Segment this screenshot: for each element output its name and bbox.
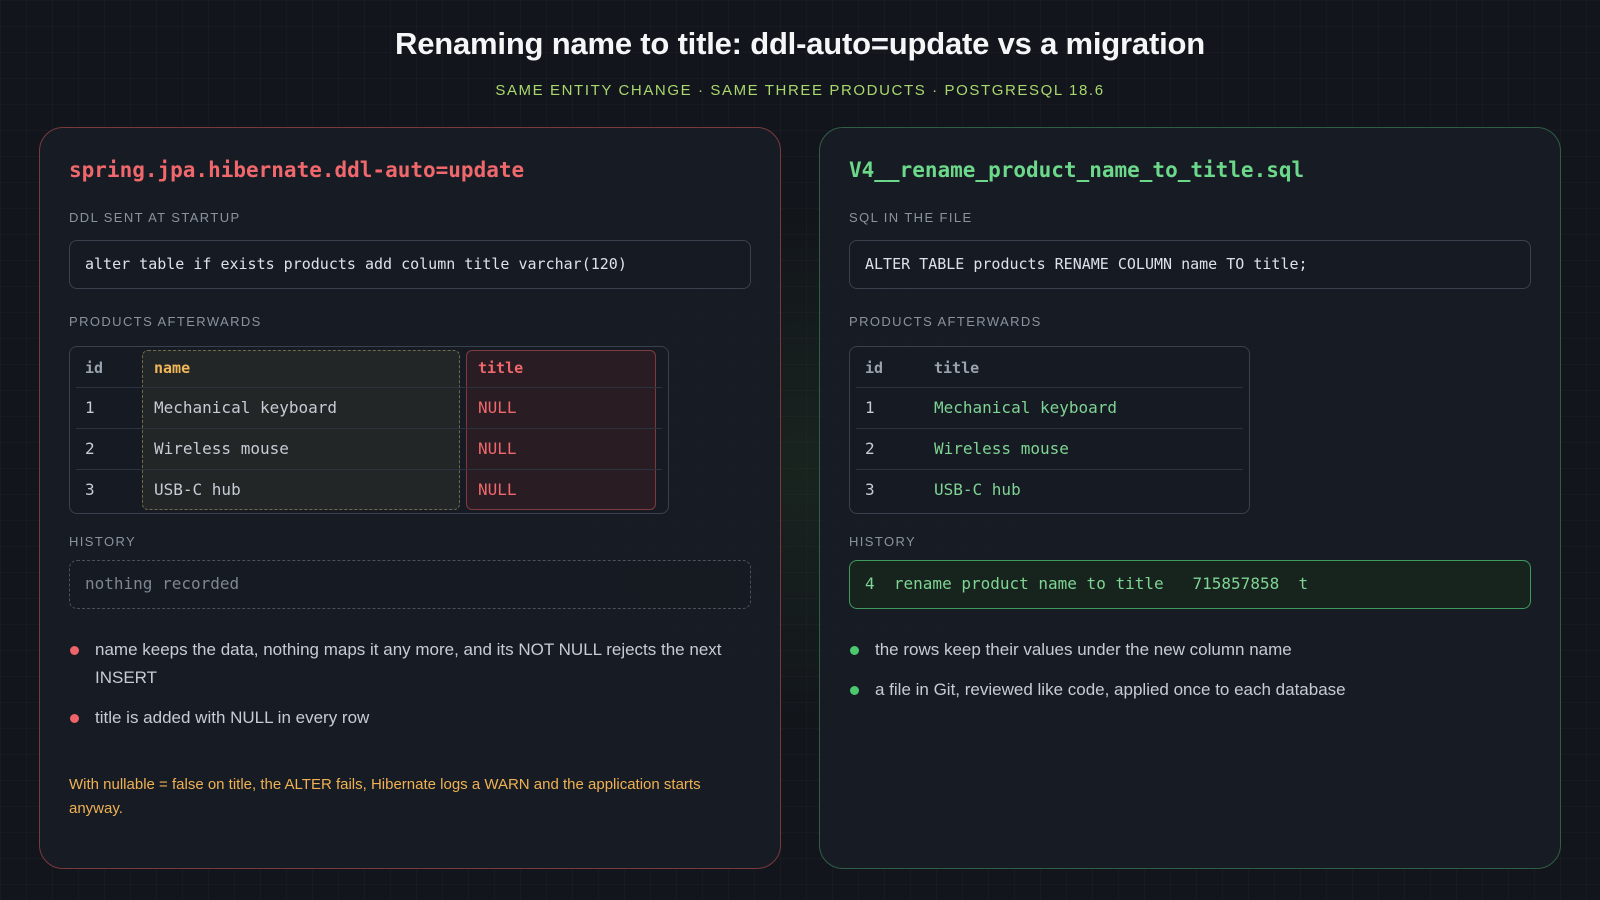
table-cell-id: 3	[85, 480, 95, 499]
table-cell-title: Mechanical keyboard	[934, 398, 1118, 417]
table-cell-id: 1	[865, 398, 875, 417]
table-cell-null: NULL	[478, 439, 517, 458]
bullet-dot-icon	[70, 714, 79, 723]
ddl-label: DDL SENT AT STARTUP	[69, 210, 241, 225]
table-cell-id: 3	[865, 480, 875, 499]
ddl-auto-panel: spring.jpa.hibernate.ddl-auto=update DDL…	[39, 127, 781, 869]
ddl-code-box: alter table if exists products add colum…	[69, 240, 751, 289]
table-cell-id: 1	[85, 398, 95, 417]
history-box: 4 rename product name to title 715857858…	[849, 560, 1531, 609]
products-table: id name title 1 Mechanical keyboard NULL…	[69, 346, 669, 514]
products-table: id title 1 Mechanical keyboard 2 Wireles…	[849, 346, 1250, 514]
column-header-title: title	[478, 359, 524, 377]
column-header-name: name	[154, 359, 191, 377]
ddl-auto-panel-title: spring.jpa.hibernate.ddl-auto=update	[69, 158, 525, 182]
history-box: nothing recorded	[69, 560, 751, 609]
column-header-id: id	[865, 359, 884, 377]
table-cell-name: USB-C hub	[154, 480, 241, 499]
table-cell-name: Wireless mouse	[154, 439, 289, 458]
sql-code-box: ALTER TABLE products RENAME COLUMN name …	[849, 240, 1531, 289]
table-cell-title: USB-C hub	[934, 480, 1021, 499]
column-header-id: id	[85, 359, 104, 377]
table-cell-id: 2	[865, 439, 875, 458]
table-cell-title: Wireless mouse	[934, 439, 1069, 458]
migration-panel: V4__rename_product_name_to_title.sql SQL…	[819, 127, 1561, 869]
bullet-dot-icon	[850, 646, 859, 655]
bullet-dot-icon	[850, 686, 859, 695]
products-label: PRODUCTS AFTERWARDS	[849, 314, 1042, 329]
table-cell-null: NULL	[478, 480, 517, 499]
ddl-auto-bullets: name keeps the data, nothing maps it any…	[69, 636, 734, 744]
bullet-dot-icon	[70, 646, 79, 655]
warning-note: With nullable = false on title, the ALTE…	[69, 776, 701, 817]
migration-bullets: the rows keep their values under the new…	[849, 636, 1514, 716]
bullet-item: a file in Git, reviewed like code, appli…	[849, 676, 1514, 704]
history-label: HISTORY	[69, 534, 137, 549]
table-cell-name: Mechanical keyboard	[154, 398, 338, 417]
page-subtitle: SAME ENTITY CHANGE · SAME THREE PRODUCTS…	[495, 82, 1105, 99]
sql-label: SQL IN THE FILE	[849, 210, 973, 225]
bullet-item: title is added with NULL in every row	[69, 704, 734, 732]
table-cell-id: 2	[85, 439, 95, 458]
bullet-item: name keeps the data, nothing maps it any…	[69, 636, 734, 692]
column-header-title: title	[934, 359, 980, 377]
products-label: PRODUCTS AFTERWARDS	[69, 314, 262, 329]
bullet-item: the rows keep their values under the new…	[849, 636, 1514, 664]
table-cell-null: NULL	[478, 398, 517, 417]
migration-panel-title: V4__rename_product_name_to_title.sql	[849, 158, 1305, 182]
page-title: Renaming name to title: ddl-auto=update …	[395, 26, 1205, 61]
history-label: HISTORY	[849, 534, 917, 549]
